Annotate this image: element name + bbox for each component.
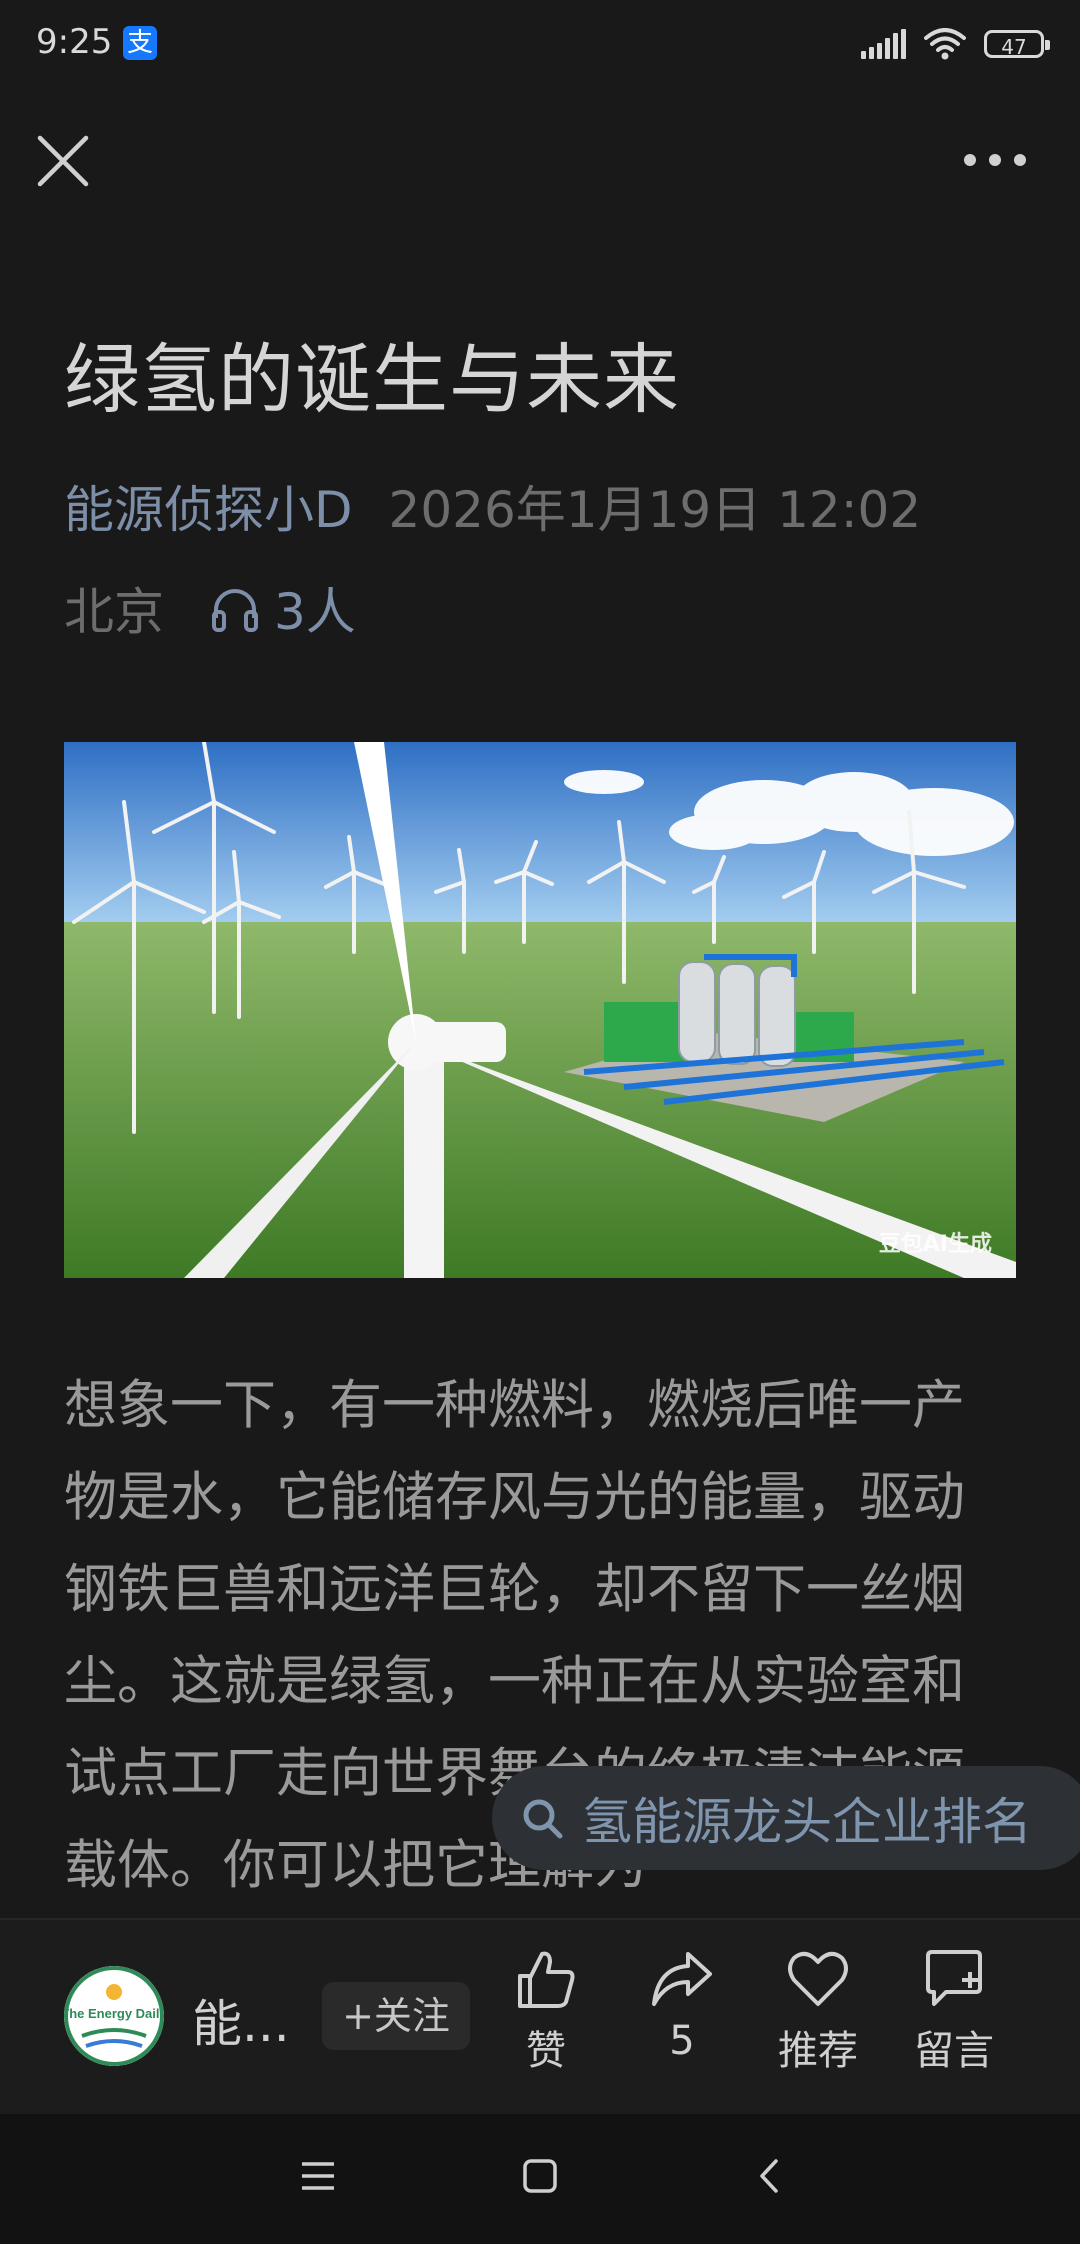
wifi-icon (924, 28, 966, 60)
home-icon[interactable] (522, 2158, 558, 2194)
share-count: 5 (669, 2018, 695, 2064)
comment-label: 留言 (914, 2028, 994, 2074)
more-icon[interactable] (960, 140, 1030, 180)
publish-date: 2026年1月19日 12:02 (388, 481, 922, 539)
thumbs-up-icon (518, 1951, 575, 2008)
alipay-icon: 支 (123, 26, 157, 60)
ai-watermark: 豆包AI生成 (878, 1232, 992, 1257)
article-meta-secondary: 北京 3人 (64, 572, 356, 644)
share-icon (652, 1952, 712, 2006)
battery-icon: 47 (984, 30, 1050, 59)
search-suggestion[interactable]: 氢能源龙头企业排名 (492, 1766, 1080, 1870)
follow-button[interactable]: +关注 (322, 1982, 470, 2050)
comment-button[interactable]: 留言 (894, 1948, 1014, 2076)
author-link[interactable]: 能源侦探小D (64, 481, 353, 539)
listener-count: 3人 (274, 583, 356, 641)
close-icon[interactable] (34, 132, 92, 190)
share-button[interactable]: 5 (622, 1948, 742, 2064)
like-button[interactable]: 赞 (486, 1948, 606, 2076)
status-time: 9:25 (36, 22, 113, 62)
search-icon (523, 1799, 563, 1839)
article-image[interactable]: 豆包AI生成 (64, 742, 1016, 1278)
heart-icon (788, 1951, 848, 2006)
recommend-button[interactable]: 推荐 (758, 1948, 878, 2076)
listen-button[interactable]: 3人 (210, 572, 356, 644)
wind-farm-illustration (64, 742, 1016, 1278)
comment-icon (926, 1950, 982, 2006)
logo-text: The Energy Daily (64, 2006, 164, 2021)
account-avatar[interactable]: The Energy Daily (64, 1966, 164, 2066)
article-title: 绿氢的诞生与未来 (64, 335, 680, 424)
like-label: 赞 (526, 2028, 566, 2074)
recommend-label: 推荐 (778, 2028, 858, 2074)
signal-icon (861, 29, 906, 59)
energy-daily-logo: The Energy Daily (64, 1966, 164, 2066)
article-meta: 能源侦探小D 2026年1月19日 12:02 (64, 470, 921, 542)
search-suggestion-text: 氢能源龙头企业排名 (582, 1793, 1032, 1851)
location-text: 北京 (64, 583, 164, 641)
back-icon[interactable] (752, 2158, 788, 2194)
headphones-icon (212, 589, 258, 632)
account-name[interactable]: 能... (192, 1984, 290, 2056)
menu-icon[interactable] (300, 2158, 336, 2194)
status-icons: 47 (861, 26, 1050, 62)
